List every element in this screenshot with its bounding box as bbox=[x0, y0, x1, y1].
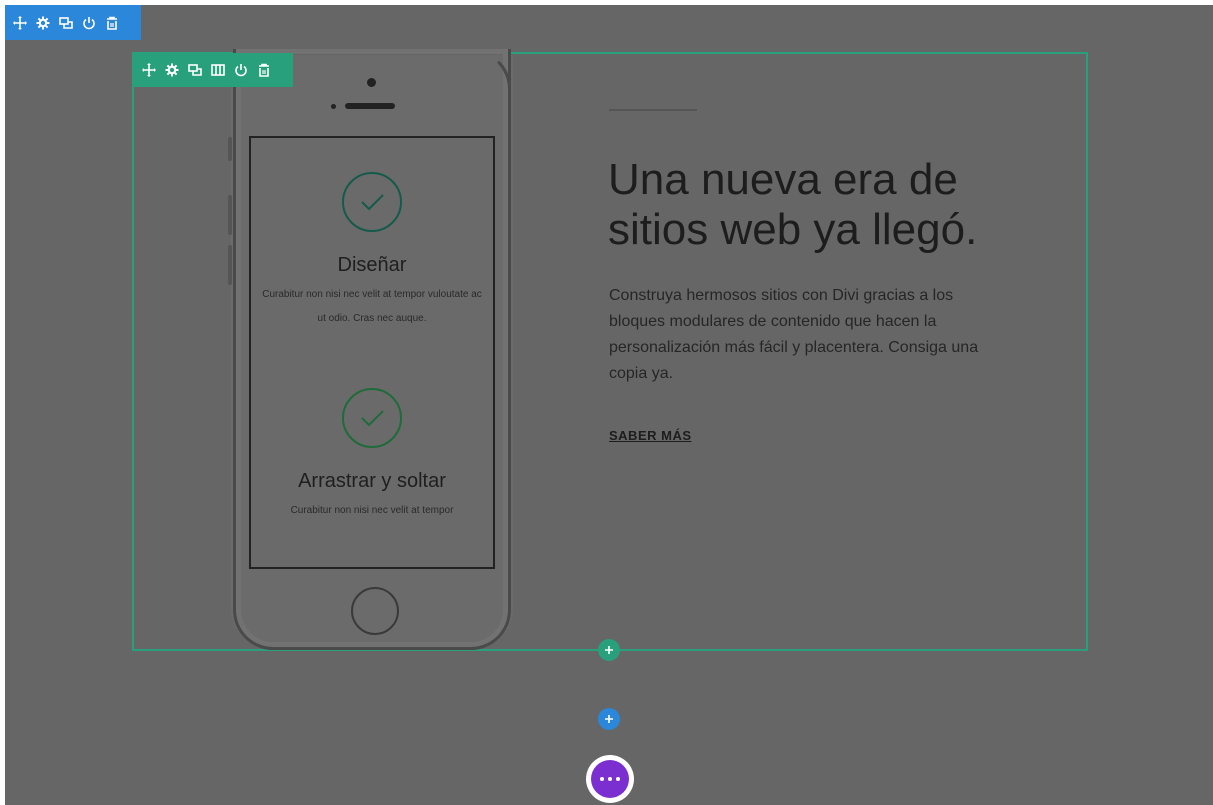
columns-icon[interactable] bbox=[211, 63, 225, 77]
trash-icon[interactable] bbox=[105, 16, 119, 30]
phone-home-button bbox=[351, 587, 399, 635]
check-circle-icon bbox=[342, 172, 402, 232]
check-circle-icon bbox=[342, 388, 402, 448]
feature-title: Diseñar bbox=[337, 254, 407, 276]
phone-side-button bbox=[228, 245, 232, 285]
trash-icon[interactable] bbox=[257, 63, 271, 77]
move-icon[interactable] bbox=[13, 15, 27, 30]
plus-icon bbox=[605, 646, 613, 654]
feature-title: Arrastrar y soltar bbox=[298, 470, 446, 492]
page-settings-button[interactable] bbox=[586, 755, 634, 803]
phone-side-button bbox=[228, 137, 232, 161]
move-icon[interactable] bbox=[142, 63, 156, 77]
phone-side-button bbox=[228, 195, 232, 235]
duplicate-icon[interactable] bbox=[59, 16, 73, 30]
add-row-button[interactable] bbox=[598, 639, 620, 661]
gear-icon[interactable] bbox=[36, 16, 50, 30]
ellipsis-icon bbox=[591, 760, 629, 798]
feature-text: Curabitur non nisi nec velit at tempor bbox=[290, 505, 454, 516]
phone-sensor bbox=[331, 104, 336, 109]
feature-design: Diseñar Curabitur non nisi nec velit at … bbox=[251, 172, 493, 331]
power-icon[interactable] bbox=[234, 63, 248, 77]
feature-drag-drop: Arrastrar y soltar Curabitur non nisi ne… bbox=[251, 388, 493, 523]
builder-canvas: Diseñar Curabitur non nisi nec velit at … bbox=[5, 5, 1213, 805]
phone-mockup[interactable]: Diseñar Curabitur non nisi nec velit at … bbox=[228, 49, 513, 650]
phone-screen: Diseñar Curabitur non nisi nec velit at … bbox=[249, 136, 495, 569]
phone-speaker bbox=[345, 103, 395, 109]
gear-icon[interactable] bbox=[165, 63, 179, 77]
divider-line bbox=[609, 109, 697, 111]
hero-headline[interactable]: Una nueva era de sitios web ya llegó. bbox=[608, 155, 1028, 255]
row-toolbar bbox=[133, 53, 293, 87]
hero-body[interactable]: Construya hermosos sitios con Divi graci… bbox=[609, 283, 1009, 387]
add-section-button[interactable] bbox=[598, 708, 620, 730]
duplicate-icon[interactable] bbox=[188, 63, 202, 77]
phone-camera bbox=[367, 78, 376, 87]
power-icon[interactable] bbox=[82, 16, 96, 30]
plus-icon bbox=[605, 715, 613, 723]
feature-text: Curabitur non nisi nec velit at tempor v… bbox=[262, 289, 482, 324]
section-toolbar bbox=[5, 5, 141, 40]
learn-more-link[interactable]: SABER MÁS bbox=[609, 428, 692, 443]
